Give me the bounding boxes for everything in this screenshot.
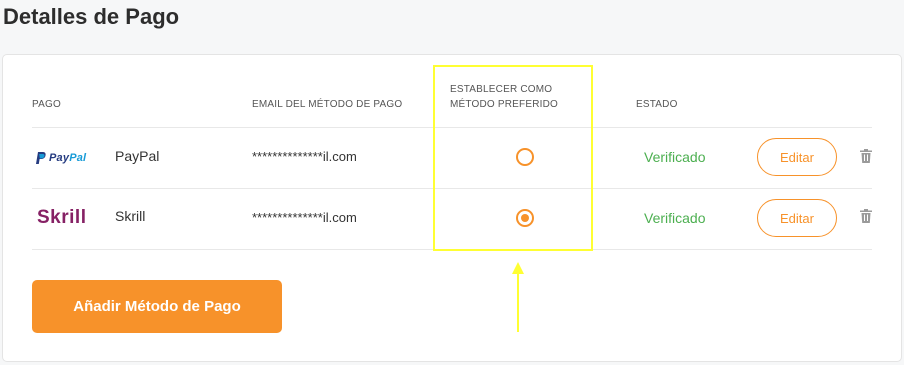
status-verified: Verificado: [644, 210, 706, 226]
add-payment-method-button[interactable]: Añadir Método de Pago: [32, 280, 282, 333]
skrill-logo: Skrill: [37, 207, 87, 228]
paypal-logo: PayPal: [36, 151, 86, 165]
arrow-up-icon: [512, 262, 524, 332]
payment-method-email: **************il.com: [252, 210, 357, 225]
paypal-logo-text-1: Pay: [49, 152, 70, 164]
paypal-logo-text-2: Pal: [69, 152, 87, 164]
header-payment: PAGO: [32, 99, 61, 110]
trash-icon[interactable]: [860, 209, 872, 223]
payment-method-email: **************il.com: [252, 149, 357, 164]
status-verified: Verificado: [644, 149, 706, 165]
paypal-icon: [36, 152, 46, 164]
trash-icon[interactable]: [860, 149, 872, 163]
edit-button-paypal[interactable]: Editar: [757, 138, 837, 176]
header-status: ESTADO: [636, 99, 678, 110]
payment-method-name: Skrill: [115, 208, 146, 224]
header-email: EMAIL DEL MÉTODO DE PAGO: [252, 99, 403, 110]
edit-button-skrill[interactable]: Editar: [757, 199, 837, 237]
highlight-box: [433, 65, 593, 251]
page-title: Detalles de Pago: [3, 4, 180, 29]
payment-method-name: PayPal: [115, 148, 160, 164]
